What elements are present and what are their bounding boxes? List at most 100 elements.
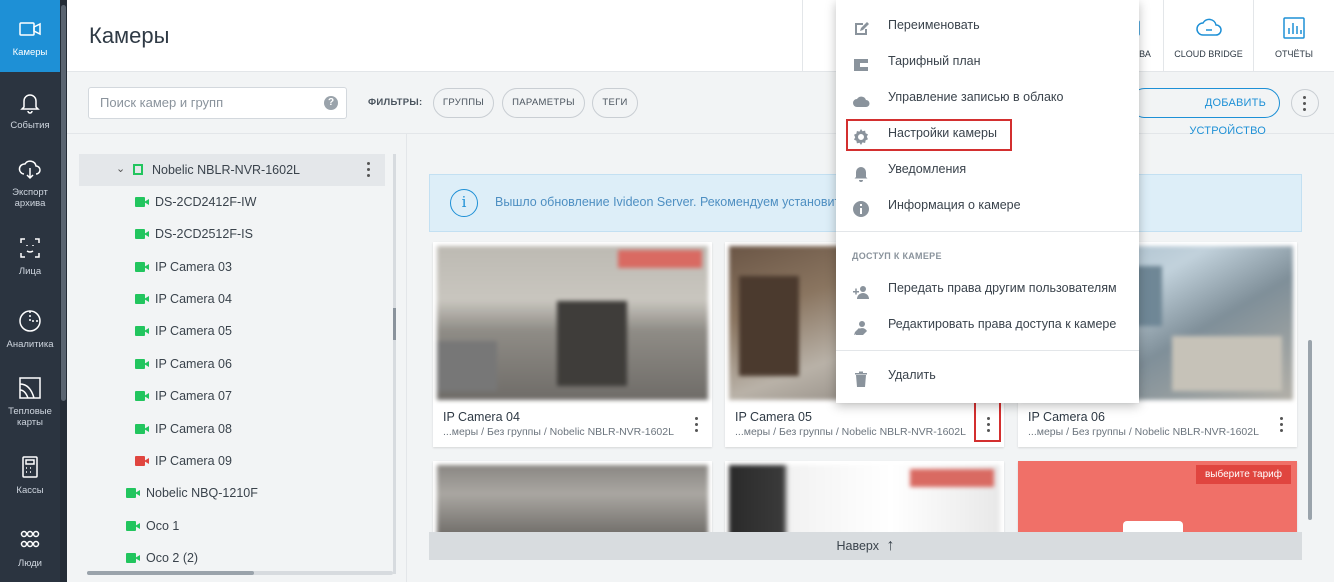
tree-scrollbar[interactable]	[393, 154, 396, 574]
camera-preview[interactable]	[729, 465, 1000, 537]
camera-card[interactable]: IP Camera 04 ...меры / Без группы / Nobe…	[433, 242, 712, 447]
chevron-down-icon[interactable]: ⌄	[116, 153, 125, 185]
camera-preview[interactable]	[437, 465, 708, 537]
tree-camera-item[interactable]: IP Camera 05	[135, 315, 385, 347]
tree-camera-label: Nobelic NBQ-1210F	[146, 486, 258, 500]
camera-path: ...меры / Без группы / Nobelic NBLR-NVR-…	[1028, 426, 1259, 438]
camera-preview[interactable]	[437, 246, 708, 400]
tree-camera-label: Oco 2 (2)	[146, 551, 199, 565]
more-options-button[interactable]	[1291, 89, 1319, 117]
reports-icon	[1283, 17, 1305, 39]
filter-chip-tags[interactable]: ТЕГИ	[592, 88, 638, 118]
nav-label: Тепловые карты	[8, 406, 52, 428]
nav-label: События	[10, 119, 50, 131]
nvr-icon	[133, 164, 143, 175]
tree-camera-label: Oco 1	[146, 519, 180, 533]
search-input[interactable]: Поиск камер и групп ?	[88, 87, 347, 119]
cloud-icon	[852, 88, 870, 107]
add-device-button[interactable]: ДОБАВИТЬ УСТРОЙСТВО	[1130, 88, 1280, 137]
menu-item-tariff[interactable]: Тарифный план	[836, 43, 1139, 79]
tree-camera-item[interactable]: IP Camera 03	[135, 251, 385, 283]
tree-scroll-thumb[interactable]	[393, 308, 396, 340]
nav-label: Люди	[17, 557, 42, 569]
info-icon	[852, 196, 870, 217]
tree-camera-item[interactable]: DS-2CD2412F-IW	[135, 186, 385, 218]
nav-people[interactable]: Люди	[0, 511, 60, 582]
cloud-download-icon	[16, 155, 44, 183]
more-vertical-icon[interactable]	[1280, 417, 1284, 433]
nav-scroll-thumb[interactable]	[61, 5, 66, 401]
menu-item-edit-access[interactable]: Редактировать права доступа к камере	[836, 306, 1139, 342]
scroll-to-top-button[interactable]: Наверх ↑	[429, 532, 1302, 560]
menu-item-label: Уведомления	[888, 162, 967, 176]
menu-item-share-access[interactable]: Передать права другим пользователям	[836, 270, 1139, 306]
nav-faces[interactable]: Лица	[0, 219, 60, 291]
header-button-reports[interactable]: ОТЧЁТЫ	[1253, 0, 1334, 72]
main-scrollbar[interactable]	[1308, 340, 1312, 520]
nav-cash-registers[interactable]: Кассы	[0, 438, 60, 510]
tree-camera-item[interactable]: IP Camera 04	[135, 283, 385, 315]
tree-camera-label: IP Camera 03	[155, 260, 232, 274]
notice-text: Вышло обновление Ivideon Server. Рекомен…	[495, 195, 847, 209]
highlight-more-button	[974, 398, 1001, 442]
menu-item-camera-info[interactable]: Информация о камере	[836, 187, 1139, 223]
tree-camera-item[interactable]: Oco 1	[126, 510, 385, 542]
header-button-cloud-bridge[interactable]: CLOUD BRIDGE	[1163, 0, 1253, 72]
menu-item-label: Информация о камере	[888, 198, 1021, 212]
bell-icon	[16, 88, 44, 116]
filter-chip-parameters[interactable]: ПАРАМЕТРЫ	[502, 88, 585, 118]
cash-register-icon	[16, 453, 44, 481]
camera-status-icon	[135, 359, 149, 369]
heatmap-icon	[16, 374, 44, 402]
tree-camera-item[interactable]: IP Camera 09	[135, 445, 385, 477]
camera-icon	[16, 15, 44, 43]
more-vertical-icon	[1303, 96, 1307, 112]
filter-chip-groups[interactable]: ГРУППЫ	[433, 88, 494, 118]
edit-icon	[852, 16, 870, 35]
tree-camera-label: IP Camera 08	[155, 422, 232, 436]
camera-card[interactable]: выберите тариф	[1018, 461, 1297, 541]
camera-path: ...меры / Без группы / Nobelic NBLR-NVR-…	[443, 426, 674, 438]
menu-item-label: Редактировать права доступа к камере	[888, 317, 1117, 331]
nav-cameras[interactable]: Камеры	[0, 0, 60, 72]
top-header: Камеры CI ВА CLOUD BRIDGE ОТЧЁТЫ	[67, 0, 1334, 72]
tree-horizontal-scrollbar[interactable]	[87, 571, 393, 575]
scroll-up-label: Наверх	[836, 539, 880, 553]
arrow-up-icon: ↑	[886, 537, 895, 554]
camera-status-icon	[135, 294, 149, 304]
menu-item-rename[interactable]: Переименовать	[836, 7, 1139, 43]
tree-camera-item[interactable]: IP Camera 07	[135, 380, 385, 412]
tree-camera-item[interactable]: Nobelic NBQ-1210F	[126, 477, 385, 509]
camera-card[interactable]	[433, 461, 712, 541]
menu-item-delete[interactable]: Удалить	[836, 357, 1139, 393]
tree-camera-item[interactable]: IP Camera 06	[135, 348, 385, 380]
analytics-icon	[16, 307, 44, 335]
menu-item-notifications[interactable]: Уведомления	[836, 151, 1139, 187]
add-user-icon	[852, 279, 870, 299]
camera-context-menu: Переименовать Тарифный план Управление з…	[836, 0, 1139, 403]
more-vertical-icon[interactable]	[367, 162, 371, 178]
tree-camera-label: IP Camera 06	[155, 357, 232, 371]
camera-card[interactable]	[725, 461, 1004, 541]
trash-icon	[852, 366, 870, 387]
tree-hscroll-thumb[interactable]	[87, 571, 254, 575]
menu-item-label: Переименовать	[888, 18, 980, 32]
tree-camera-item[interactable]: DS-2CD2512F-IS	[135, 218, 385, 250]
nav-events[interactable]: События	[0, 73, 60, 145]
tree-camera-label: DS-2CD2412F-IW	[155, 195, 257, 209]
help-icon[interactable]: ?	[324, 96, 338, 110]
nav-heatmaps[interactable]: Тепловые карты	[0, 365, 60, 437]
tree-camera-item[interactable]: IP Camera 08	[135, 413, 385, 445]
tariff-badge[interactable]: выберите тариф	[1195, 465, 1291, 484]
tree-camera-item[interactable]: Oco 2 (2)	[126, 542, 385, 574]
more-vertical-icon[interactable]	[695, 417, 699, 433]
nav-scrollbar[interactable]	[60, 0, 67, 582]
nav-analytics[interactable]: Аналитика	[0, 292, 60, 364]
camera-status-icon	[126, 488, 140, 498]
menu-section-title: ДОСТУП К КАМЕРЕ	[852, 251, 942, 261]
menu-item-cloud-recording[interactable]: Управление записью в облако	[836, 79, 1139, 115]
nav-export-archive[interactable]: Экспорт архива	[0, 146, 60, 218]
header-button-label: CLOUD BRIDGE	[1174, 49, 1243, 59]
tree-nvr-node[interactable]: ⌄ Nobelic NBLR-NVR-1602L	[79, 154, 385, 186]
camera-status-icon	[135, 424, 149, 434]
